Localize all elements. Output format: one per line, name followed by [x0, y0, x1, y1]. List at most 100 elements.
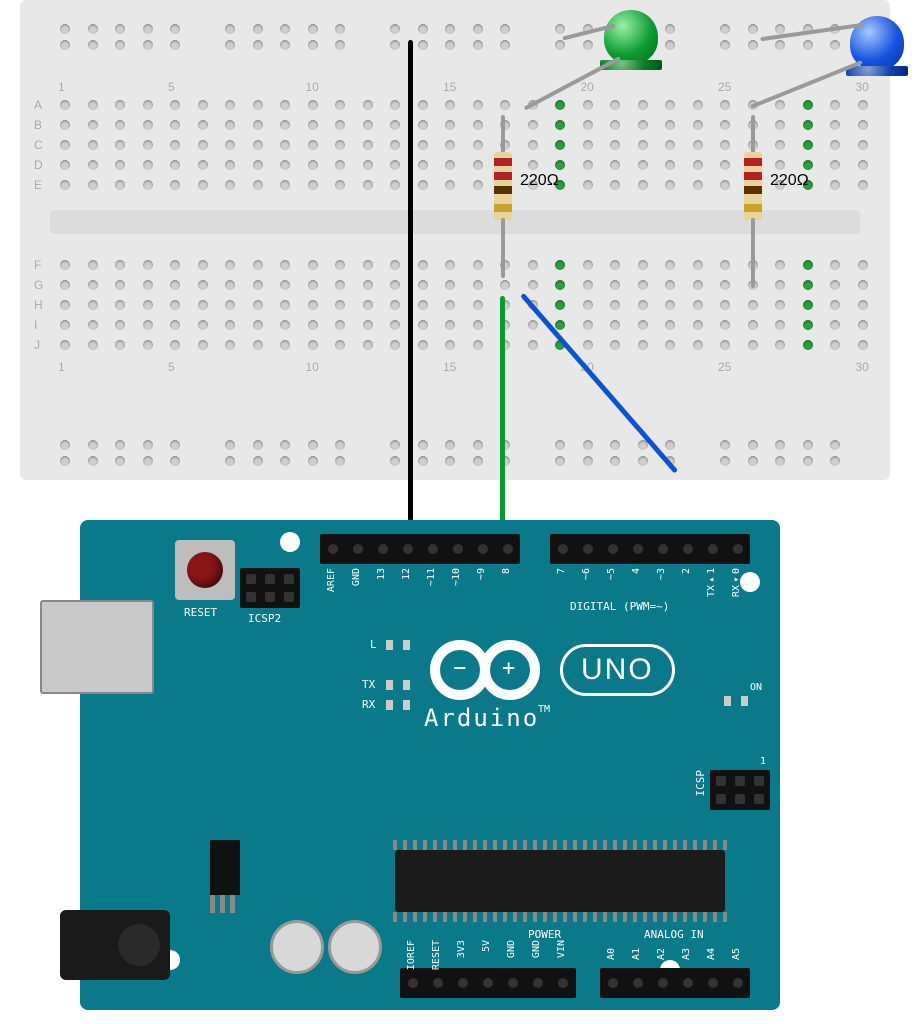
tie-hole [583, 280, 593, 290]
tie-hole [638, 140, 648, 150]
green-led [604, 10, 658, 64]
tie-hole [335, 320, 345, 330]
tie-hole [583, 160, 593, 170]
col-label: 15 [443, 360, 456, 374]
tie-hole [720, 180, 730, 190]
tie-hole [610, 300, 620, 310]
pin-label: 4 [631, 568, 642, 574]
pin-label: ~10 [451, 568, 462, 586]
rail-hole [308, 40, 318, 50]
arduino-wordmark: Arduino [424, 704, 539, 732]
row-label: A [34, 98, 42, 112]
icsp2-label: ICSP2 [248, 612, 281, 625]
tie-hole [638, 180, 648, 190]
icsp2-header[interactable] [240, 568, 300, 608]
resistor-220-1 [494, 152, 512, 220]
tie-hole [253, 340, 263, 350]
tie-hole [610, 160, 620, 170]
tie-hole [88, 300, 98, 310]
tie-hole [198, 180, 208, 190]
tie-hole [555, 320, 565, 330]
tie-hole [720, 140, 730, 150]
tie-hole [693, 280, 703, 290]
rail-hole [143, 456, 153, 466]
dc-power-jack[interactable] [60, 910, 170, 980]
tie-hole [143, 120, 153, 130]
tie-hole [363, 100, 373, 110]
tie-hole [583, 140, 593, 150]
digital-header-right[interactable] [550, 534, 750, 564]
tie-hole [555, 160, 565, 170]
rail-hole [115, 456, 125, 466]
tie-hole [170, 340, 180, 350]
rail-hole [830, 40, 840, 50]
tie-hole [445, 100, 455, 110]
tie-hole [445, 300, 455, 310]
icsp-header[interactable] [710, 770, 770, 810]
on-label: ON [750, 682, 762, 693]
tie-hole [418, 260, 428, 270]
pin-label: RESET [431, 940, 442, 970]
rail-hole [143, 440, 153, 450]
analog-header[interactable] [600, 968, 750, 998]
tie-hole [555, 260, 565, 270]
tie-hole [418, 100, 428, 110]
rail-hole [253, 40, 263, 50]
tie-hole [170, 320, 180, 330]
tie-hole [363, 300, 373, 310]
rail-hole [60, 40, 70, 50]
rail-hole [225, 440, 235, 450]
tie-hole [830, 120, 840, 130]
row-label: I [34, 318, 37, 332]
tie-hole [693, 180, 703, 190]
tie-hole [693, 160, 703, 170]
tie-hole [803, 340, 813, 350]
tie-hole [170, 160, 180, 170]
tie-hole [88, 180, 98, 190]
rail-hole [720, 440, 730, 450]
tie-hole [473, 100, 483, 110]
tie-hole [308, 340, 318, 350]
tie-hole [253, 120, 263, 130]
tie-hole [748, 340, 758, 350]
tie-hole [720, 120, 730, 130]
pin-label: A5 [731, 948, 742, 960]
tie-hole [198, 300, 208, 310]
tie-hole [170, 140, 180, 150]
pin-label: 5V [481, 940, 492, 952]
tie-hole [858, 300, 868, 310]
tie-hole [775, 120, 785, 130]
tie-hole [88, 140, 98, 150]
tie-hole [143, 100, 153, 110]
rail-hole [418, 456, 428, 466]
tie-hole [115, 140, 125, 150]
tie-hole [720, 160, 730, 170]
tie-hole [363, 260, 373, 270]
on-led [724, 696, 748, 706]
reset-button[interactable] [187, 552, 223, 588]
tie-hole [363, 180, 373, 190]
rail-hole [720, 24, 730, 34]
tie-hole [858, 280, 868, 290]
pin-label: AREF [326, 568, 337, 592]
tie-hole [335, 340, 345, 350]
tie-hole [198, 340, 208, 350]
rail-hole [665, 440, 675, 450]
power-header[interactable] [400, 968, 576, 998]
tie-hole [775, 260, 785, 270]
tie-hole [390, 160, 400, 170]
usb-port[interactable] [40, 600, 154, 694]
digital-header-left[interactable] [320, 534, 520, 564]
tie-hole [335, 160, 345, 170]
tm-label: TM [538, 704, 550, 715]
tie-hole [555, 100, 565, 110]
tie-hole [500, 280, 510, 290]
logo-minus: − [453, 656, 466, 681]
rail-hole [335, 40, 345, 50]
rail-hole [665, 40, 675, 50]
tie-hole [693, 340, 703, 350]
tie-hole [445, 320, 455, 330]
breadboard [20, 0, 890, 480]
tie-hole [60, 180, 70, 190]
pin-label: GND [351, 568, 362, 586]
